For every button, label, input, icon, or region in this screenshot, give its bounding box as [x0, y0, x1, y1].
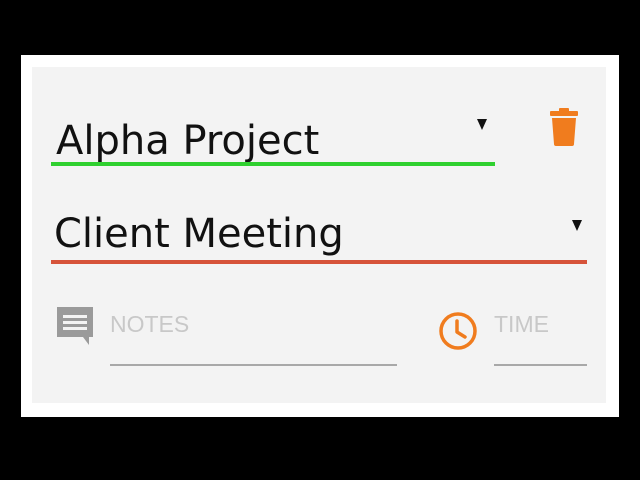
project-select[interactable]: Alpha Project — [51, 112, 495, 170]
delete-button[interactable] — [549, 107, 579, 147]
clock-icon — [437, 310, 479, 352]
notes-placeholder: NOTES — [110, 311, 190, 337]
trash-icon — [550, 108, 578, 146]
time-underline — [494, 364, 587, 366]
time-input[interactable]: TIME — [494, 313, 587, 368]
time-placeholder: TIME — [494, 311, 549, 337]
project-select-value: Alpha Project — [56, 118, 320, 164]
activity-select-value: Client Meeting — [54, 211, 344, 257]
dropdown-arrow-icon — [572, 220, 582, 231]
activity-select-underline — [51, 260, 587, 264]
notes-input[interactable]: NOTES — [110, 313, 397, 368]
dropdown-arrow-icon — [477, 119, 487, 130]
activity-select[interactable]: Client Meeting — [51, 205, 587, 267]
project-select-underline — [51, 162, 495, 166]
notes-underline — [110, 364, 397, 366]
comment-icon — [55, 305, 95, 347]
